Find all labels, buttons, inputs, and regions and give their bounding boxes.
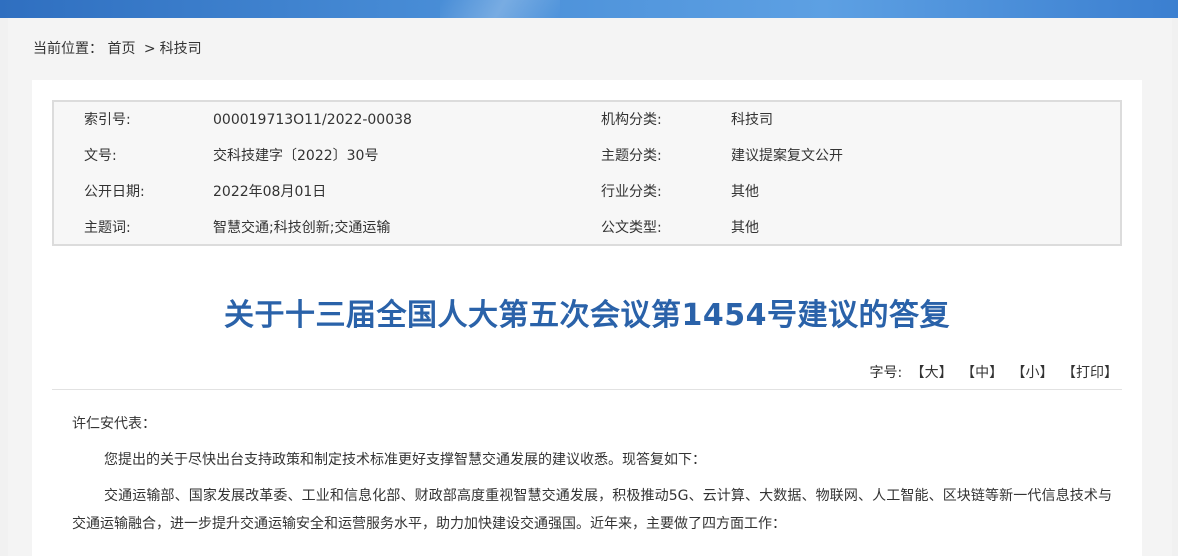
metadata-row: 索引号: 000019713O11/2022-00038 机构分类: 科技司 [54, 102, 1120, 138]
metadata-label: 机构分类: [601, 112, 662, 128]
metadata-label: 主题分类: [601, 148, 662, 164]
metadata-row: 公开日期: 2022年08月01日 行业分类: 其他 [54, 174, 1120, 210]
document-title: 关于十三届全国人大第五次会议第1454号建议的答复 [224, 298, 950, 333]
breadcrumb-home-link[interactable]: 首页 [107, 41, 135, 57]
metadata-label: 索引号: [84, 112, 131, 128]
body-paragraph: 交通运输部、国家发展改革委、工业和信息化部、财政部高度重视智慧交通发展，积极推动… [72, 488, 1112, 532]
breadcrumb: 当前位置： 首页 > 科技司 [33, 38, 202, 60]
breadcrumb-prefix: 当前位置： [33, 41, 103, 57]
font-size-large-button[interactable]: 【大】 [911, 365, 953, 381]
top-banner [0, 0, 1178, 18]
breadcrumb-separator: > [143, 41, 156, 57]
metadata-label: 行业分类: [601, 184, 662, 200]
metadata-value: 建议提案复文公开 [731, 148, 843, 164]
breadcrumb-current-link[interactable]: 科技司 [160, 41, 202, 57]
font-size-medium-button[interactable]: 【中】 [961, 365, 1003, 381]
metadata-value: 其他 [731, 220, 759, 236]
metadata-label: 公开日期: [84, 184, 145, 200]
metadata-value: 智慧交通;科技创新;交通运输 [213, 220, 391, 236]
document-metadata-table: 索引号: 000019713O11/2022-00038 机构分类: 科技司 文… [52, 100, 1122, 246]
content-card: 索引号: 000019713O11/2022-00038 机构分类: 科技司 文… [32, 80, 1142, 556]
salutation: 许仁安代表： [72, 416, 156, 432]
font-size-small-button[interactable]: 【小】 [1012, 365, 1054, 381]
metadata-value: 交科技建字〔2022〕30号 [213, 148, 379, 164]
body-paragraph: 您提出的关于尽快出台支持政策和制定技术标准更好支撑智慧交通发展的建议收悉。现答复… [104, 452, 706, 468]
metadata-value: 科技司 [731, 112, 773, 128]
document-body: 许仁安代表： 您提出的关于尽快出台支持政策和制定技术标准更好支撑智慧交通发展的建… [72, 410, 1112, 546]
font-size-toolbar: 字号: 【大】 【中】 【小】 【打印】 [869, 362, 1118, 384]
metadata-value: 2022年08月01日 [213, 184, 327, 200]
metadata-label: 文号: [84, 148, 117, 164]
metadata-row: 文号: 交科技建字〔2022〕30号 主题分类: 建议提案复文公开 [54, 138, 1120, 174]
font-size-label: 字号: [869, 365, 903, 381]
metadata-row: 主题词: 智慧交通;科技创新;交通运输 公文类型: 其他 [54, 210, 1120, 246]
metadata-label: 公文类型: [601, 220, 662, 236]
print-button[interactable]: 【打印】 [1062, 365, 1118, 381]
title-divider [52, 389, 1122, 390]
metadata-label: 主题词: [84, 220, 131, 236]
metadata-value: 000019713O11/2022-00038 [213, 112, 412, 128]
metadata-value: 其他 [731, 184, 759, 200]
